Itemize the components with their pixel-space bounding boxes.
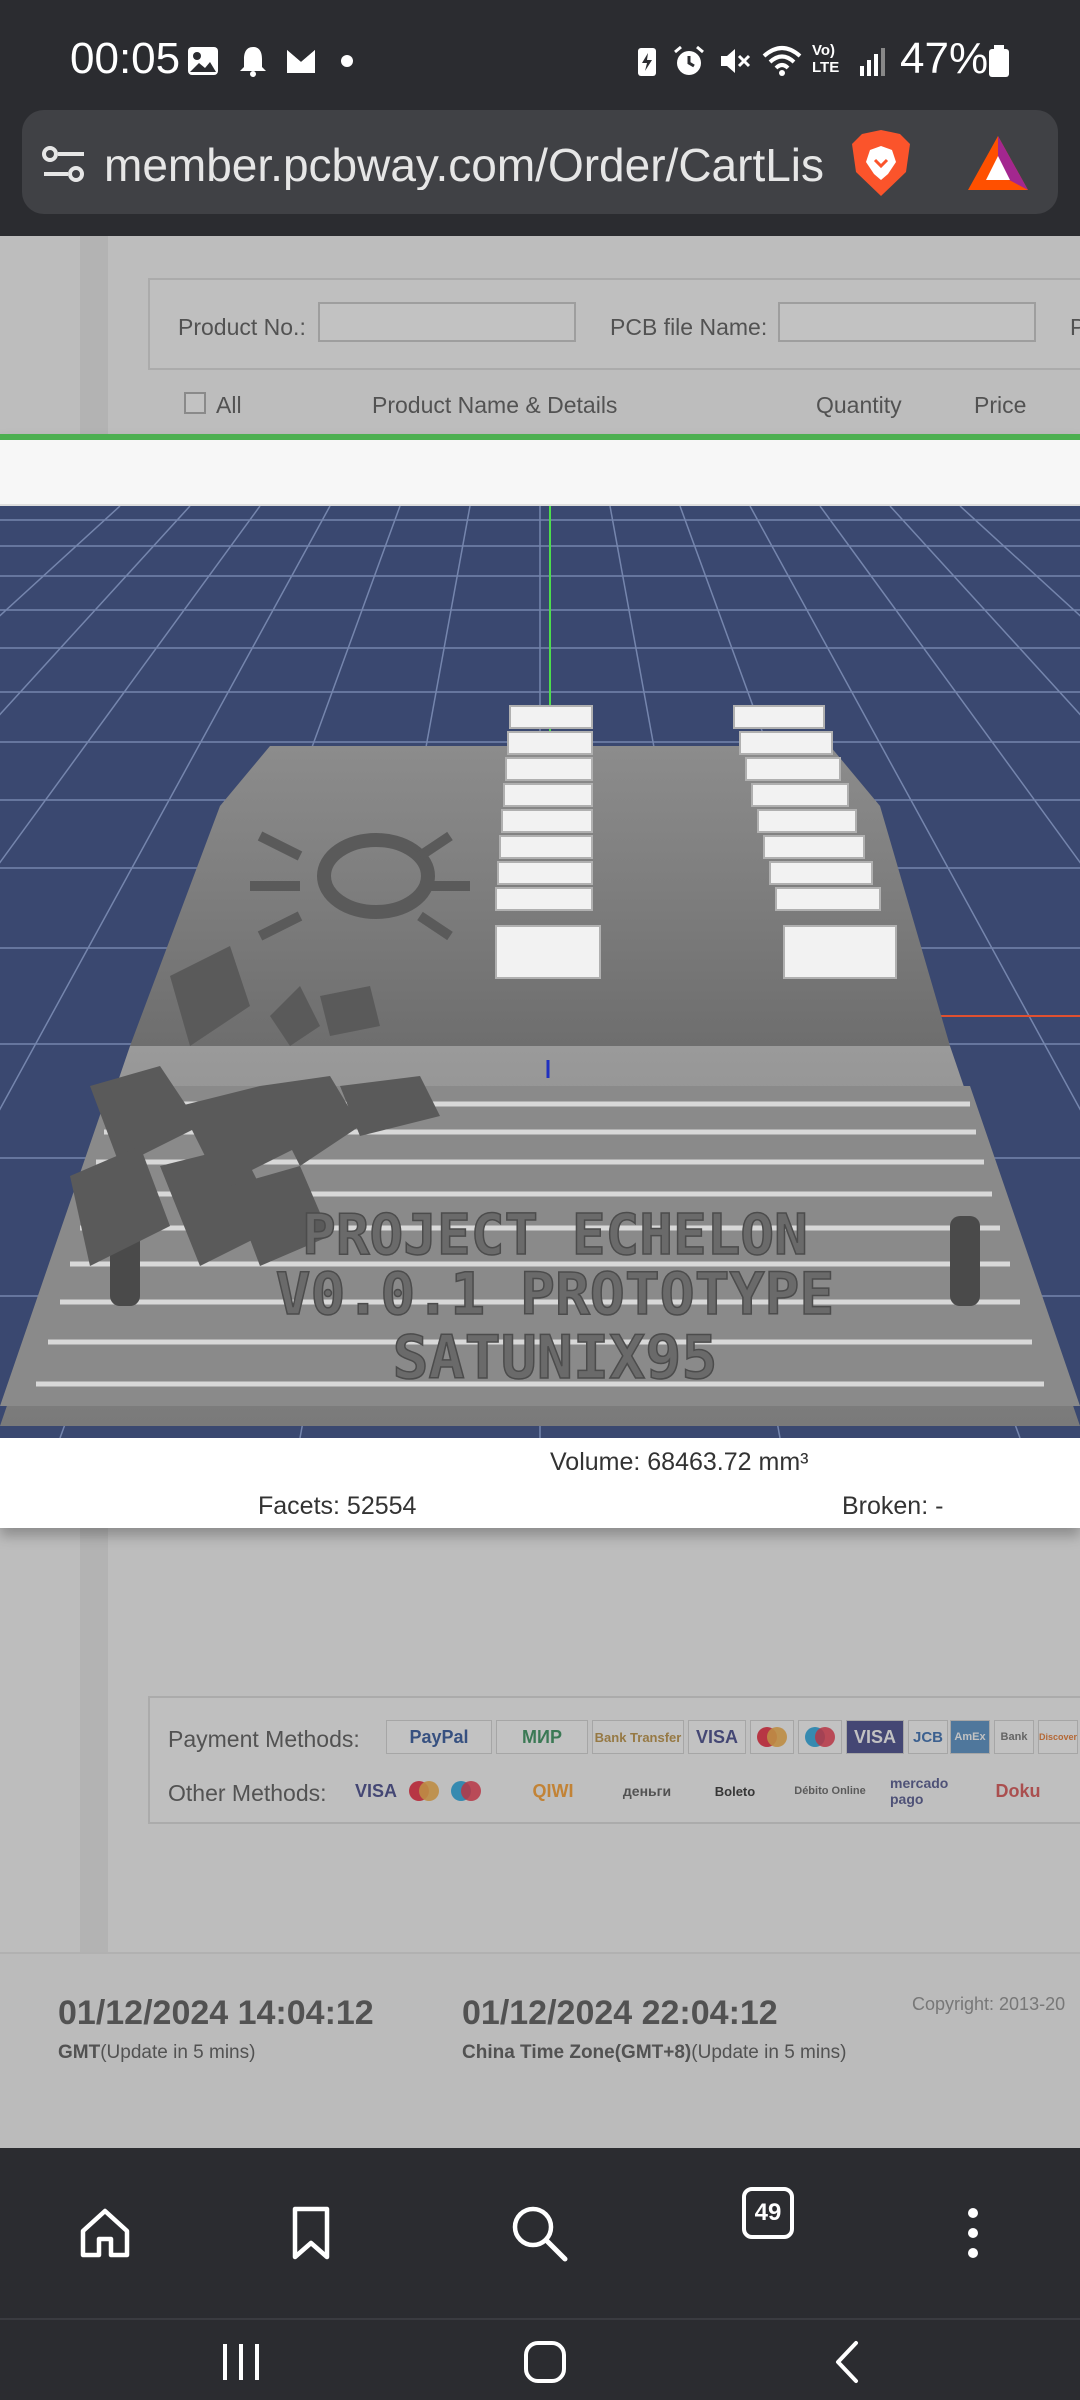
product-column-header: Product Name & Details [372, 392, 618, 418]
search-icon [512, 2206, 568, 2262]
broken-stat: Broken: - [842, 1492, 944, 1520]
more-vert-icon [968, 2208, 978, 2258]
bookmark-icon [292, 2206, 330, 2260]
debito-online-logo: Débito Online [794, 1785, 866, 1797]
menu-button[interactable] [928, 2188, 1018, 2278]
mercado-pago-logo: mercado pago [890, 1775, 949, 1807]
web-content: Product No.: PCB file Name: P All Produc… [0, 236, 1080, 2148]
browser-toolbar [0, 2148, 1080, 2318]
product-no-input[interactable] [318, 302, 576, 342]
status-bar: 00:05 Vo) LTE 47% [0, 0, 1080, 108]
battery-percentage: 47% [900, 34, 989, 83]
mastercard-logo [750, 1720, 794, 1754]
dot-icon [341, 55, 353, 67]
filter-box: Product No.: PCB file Name: P [148, 278, 1080, 370]
site-settings-icon[interactable] [42, 144, 86, 184]
china-update: (Update in 5 mins) [691, 2042, 847, 2063]
bookmark-button[interactable] [266, 2188, 356, 2278]
boleto-logo: Boleto [714, 1783, 756, 1799]
gmt-update: (Update in 5 mins) [100, 2042, 256, 2063]
image-icon [188, 47, 218, 75]
maestro-logo [446, 1774, 486, 1808]
viewer-header [0, 440, 1080, 506]
visa-logo: VISA [688, 1720, 746, 1754]
home-icon [80, 2208, 130, 2258]
3d-viewport[interactable]: PROJECT ECHELON V0.0.1 PROTOTYPE SATUNIX… [0, 506, 1080, 1438]
amex-logo: AmEx [950, 1720, 990, 1754]
yandex-money-logo: деньги [622, 1783, 672, 1799]
mastercard-logo [404, 1774, 444, 1808]
recents-button[interactable] [206, 2332, 276, 2392]
footer: 01/12/2024 14:04:12 GMT(Update in 5 mins… [0, 1952, 1080, 2148]
model-viewer-modal: PROJECT ECHELON V0.0.1 PROTOTYPE SATUNIX… [0, 434, 1080, 1528]
3d-scene[interactable]: PROJECT ECHELON V0.0.1 PROTOTYPE SATUNIX… [0, 506, 1080, 1438]
china-time: 01/12/2024 22:04:12 [462, 1994, 778, 2032]
bank-logo: Bank [994, 1720, 1034, 1754]
brave-shields-icon[interactable] [848, 128, 914, 198]
model-text-line1: PROJECT ECHELON [302, 1203, 808, 1268]
volume-stat: Volume: 68463.72 mm³ [550, 1448, 809, 1476]
recents-icon [223, 2344, 259, 2380]
product-no-label: Product No.: [178, 314, 306, 340]
home-nav-button[interactable] [510, 2332, 580, 2392]
maestro-logo [798, 1720, 842, 1754]
alarm-icon [674, 45, 704, 75]
jcb-logo: JCB [908, 1720, 948, 1754]
extra-filter-label: P [1070, 314, 1080, 340]
volte-icon: Vo) LTE [812, 42, 840, 76]
model-text-line3: SATUNIX95 [392, 1323, 717, 1393]
payment-box: Payment Methods: PayPal МИР Bank Transfe… [148, 1696, 1080, 1824]
visa-logo: VISA [354, 1780, 397, 1801]
facets-stat: Facets: 52554 [258, 1492, 417, 1520]
paypal-logo: PayPal [386, 1720, 492, 1754]
price-column-header: Price [974, 392, 1027, 418]
url-bar[interactable]: member.pcbway.com/Order/CartLis [22, 110, 1058, 214]
discover-logo: Discover [1038, 1720, 1078, 1754]
pcb-file-input[interactable] [778, 302, 1036, 342]
mute-icon [721, 49, 751, 73]
brave-rewards-icon[interactable] [966, 134, 1030, 192]
url-text[interactable]: member.pcbway.com/Order/CartLis [104, 138, 844, 190]
gmt-label: GMT [58, 2042, 101, 2063]
system-nav-bar [0, 2318, 1080, 2400]
model-text-line2: V0.0.1 PROTOTYPE [276, 1260, 835, 1328]
visa-electron-logo: VISA [846, 1720, 904, 1754]
search-button[interactable] [494, 2188, 584, 2278]
sidebar-strip [80, 236, 108, 434]
wifi-icon [762, 46, 802, 76]
mir-logo: МИР [496, 1720, 588, 1754]
qiwi-logo: QIWI [532, 1780, 574, 1801]
china-label: China Time Zone(GMT+8) [462, 2042, 692, 2063]
mail-icon [287, 50, 315, 73]
payment-methods-label: Payment Methods: [168, 1726, 360, 1752]
back-button[interactable] [812, 2332, 882, 2392]
china-zone: China Time Zone(GMT+8)(Update in 5 mins) [462, 2042, 847, 2064]
all-label: All [216, 392, 242, 418]
battery-saver-icon [638, 48, 656, 76]
bell-icon [240, 47, 266, 77]
doku-logo: Doku [995, 1780, 1041, 1801]
other-methods-label: Other Methods: [168, 1780, 327, 1806]
quantity-column-header: Quantity [816, 392, 902, 418]
signal-icon [860, 48, 885, 76]
gmt-zone: GMT(Update in 5 mins) [58, 2042, 255, 2064]
battery-icon [989, 45, 1009, 77]
bank-transfer-logo: Bank Transfer [592, 1720, 684, 1754]
back-chevron-icon [836, 2341, 858, 2383]
select-all-checkbox[interactable] [184, 392, 206, 414]
gmt-time: 01/12/2024 14:04:12 [58, 1994, 374, 2032]
home-square-icon [524, 2341, 566, 2383]
pcb-file-label: PCB file Name: [610, 314, 768, 340]
status-time: 00:05 [70, 34, 181, 83]
copyright: Copyright: 2013-20 [912, 1994, 1066, 2014]
home-button[interactable] [60, 2188, 150, 2278]
tabs-button[interactable]: 49 [742, 2187, 794, 2239]
